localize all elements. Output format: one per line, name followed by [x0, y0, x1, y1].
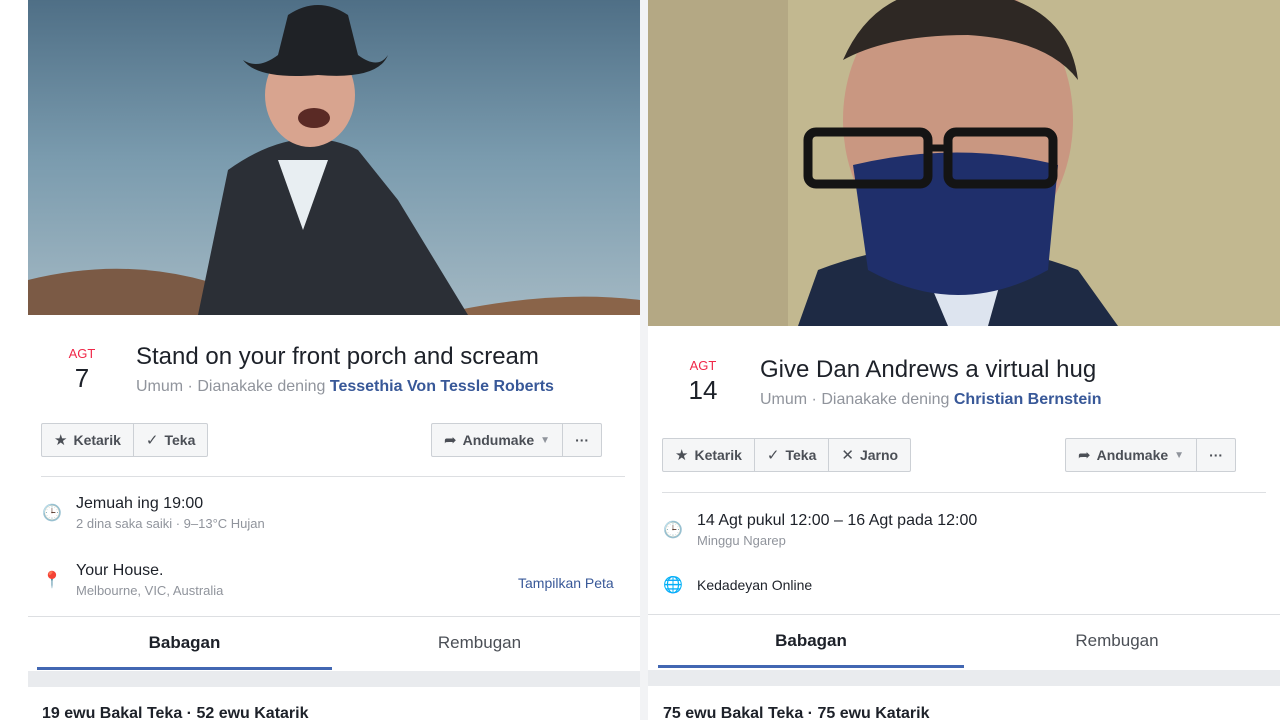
cover-illustration [648, 0, 1280, 326]
tab-discussion[interactable]: Rembugan [964, 614, 1270, 668]
going-label: Teka [164, 432, 196, 448]
event-title[interactable]: Stand on your front porch and scream [136, 343, 539, 371]
caret-down-icon: ▼ [540, 434, 551, 446]
section-gap [648, 670, 1280, 686]
share-arrow-icon: ➦ [1078, 447, 1091, 464]
share-button[interactable]: ➦ Andumake ▼ [432, 424, 564, 456]
more-options-button[interactable]: ··· [1197, 439, 1235, 471]
share-label: Andumake [462, 432, 535, 448]
event-day: 7 [74, 363, 90, 393]
more-icon: ··· [1209, 447, 1224, 463]
separator [662, 492, 1266, 493]
event-attendance-stats[interactable]: 75 ewu Bakal Teka · 75 ewu Katarik [663, 705, 930, 720]
cant-go-button[interactable]: ✕ Jarno [829, 439, 910, 471]
event-online-row[interactable]: 🌐 Kedadeyan Online [663, 575, 812, 595]
event-subtitle: Umum · Dianakake dening Tessethia Von Te… [136, 378, 554, 396]
cover-illustration [28, 5, 640, 315]
more-options-button[interactable]: ··· [563, 424, 601, 456]
going-button[interactable]: ✓ Teka [134, 424, 207, 456]
share-button-group: ➦ Andumake ▼ ··· [431, 423, 603, 457]
globe-icon: 🌐 [663, 577, 683, 594]
going-button[interactable]: ✓ Teka [755, 439, 830, 471]
star-icon: ★ [54, 432, 68, 449]
more-icon: ··· [575, 432, 590, 448]
event-subtitle: Umum · Dianakake dening Christian Bernst… [760, 391, 1101, 409]
rsvp-button-group: ★ Ketarik ✓ Teka ✕ Jarno [662, 438, 912, 472]
event-attendance-stats[interactable]: 19 ewu Bakal Teka · 52 ewu Katarik [42, 705, 309, 720]
close-icon: ✕ [841, 447, 854, 464]
clock-icon: 🕒 [663, 522, 683, 539]
event-panel-right: AGT 14 Give Dan Andrews a virtual hug Um… [648, 0, 1280, 720]
event-cover-photo[interactable] [28, 0, 640, 315]
interested-label: Ketarik [73, 432, 121, 448]
event-day: 14 [688, 375, 718, 405]
interested-button[interactable]: ★ Ketarik [42, 424, 134, 456]
event-time-detail: Minggu Ngarep [697, 533, 786, 548]
panel-divider [640, 0, 648, 720]
share-arrow-icon: ➦ [444, 432, 457, 449]
event-title[interactable]: Give Dan Andrews a virtual hug [760, 356, 1096, 384]
event-panel-left: AGT 7 Stand on your front porch and scre… [28, 0, 640, 720]
share-label: Andumake [1096, 447, 1169, 463]
event-month: AGT [68, 346, 96, 361]
event-date: AGT 7 [52, 346, 112, 394]
separator [41, 476, 625, 477]
event-date: AGT 14 [673, 358, 733, 406]
show-map-link[interactable]: Tampilkan Peta [518, 575, 614, 591]
event-tabs: Babagan Rembugan [37, 616, 627, 670]
interested-label: Ketarik [694, 447, 742, 463]
event-time-detail: 2 dina saka saiki · 9–13°C Hujan [76, 516, 265, 531]
tab-about[interactable]: Babagan [37, 616, 332, 670]
event-cover-photo[interactable] [648, 0, 1280, 326]
section-gap [28, 671, 640, 687]
tab-about[interactable]: Babagan [658, 614, 964, 668]
share-button[interactable]: ➦ Andumake ▼ [1066, 439, 1198, 471]
caret-down-icon: ▼ [1174, 449, 1185, 461]
event-visibility-host-prefix: Umum · Dianakake dening [760, 391, 950, 408]
share-button-group: ➦ Andumake ▼ ··· [1065, 438, 1237, 472]
event-host-link[interactable]: Tessethia Von Tessle Roberts [330, 378, 554, 395]
event-tabs: Babagan Rembugan [658, 614, 1270, 668]
clock-icon: 🕒 [42, 505, 62, 522]
event-time: Jemuah ing 19:00 [76, 495, 204, 512]
check-icon: ✓ [145, 432, 159, 449]
cant-go-label: Jarno [859, 447, 899, 463]
event-location-row[interactable]: 📍 Your House. Melbourne, VIC, Australia [42, 562, 223, 598]
event-visibility-host-prefix: Umum · Dianakake dening [136, 378, 326, 395]
check-icon: ✓ [766, 447, 780, 464]
event-month: AGT [689, 358, 717, 373]
going-label: Teka [785, 447, 817, 463]
location-pin-icon: 📍 [42, 572, 62, 589]
tab-discussion[interactable]: Rembugan [332, 616, 627, 670]
star-icon: ★ [675, 447, 689, 464]
rsvp-button-group: ★ Ketarik ✓ Teka [41, 423, 209, 457]
event-place: Your House. [76, 562, 164, 579]
event-time-row[interactable]: 🕒 14 Agt pukul 12:00 – 16 Agt pada 12:00… [663, 512, 977, 548]
event-time: 14 Agt pukul 12:00 – 16 Agt pada 12:00 [697, 512, 978, 529]
interested-button[interactable]: ★ Ketarik [663, 439, 755, 471]
event-place-address: Melbourne, VIC, Australia [76, 583, 224, 598]
event-time-row[interactable]: 🕒 Jemuah ing 19:00 2 dina saka saiki · 9… [42, 495, 265, 531]
event-online-label: Kedadeyan Online [697, 577, 813, 593]
event-host-link[interactable]: Christian Bernstein [954, 391, 1102, 408]
